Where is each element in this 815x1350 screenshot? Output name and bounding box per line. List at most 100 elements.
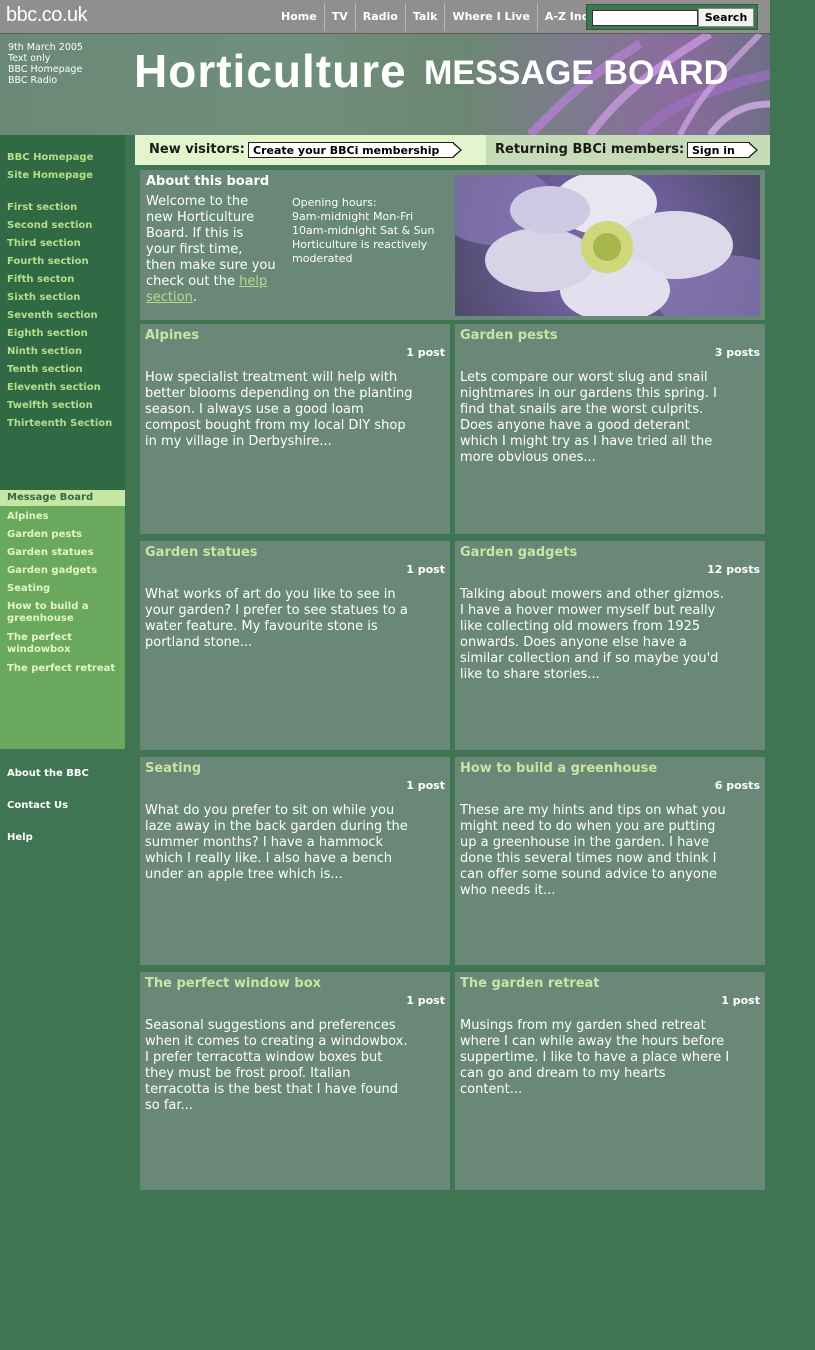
post-count: 12 posts [707, 563, 760, 576]
sidebar-section[interactable]: Sixth section [7, 292, 80, 304]
sidebar-site-homepage[interactable]: Site Homepage [7, 170, 93, 182]
card-description: Lets compare our worst slug and snail ni… [460, 370, 717, 465]
text-only-link[interactable]: Text only [8, 53, 83, 64]
post-count: 6 posts [714, 779, 760, 792]
nav-where-i-live[interactable]: Where I Live [444, 3, 536, 31]
footer-about-bbc[interactable]: About the BBC [7, 768, 89, 779]
hours-title: Opening hours: [292, 196, 377, 209]
sidebar-board-retreat[interactable]: The perfect retreat [7, 663, 117, 675]
board-card[interactable]: The perfect window box 1 post Seasonal s… [140, 972, 450, 1190]
create-membership-button[interactable]: Create your BBCi membership [248, 142, 463, 158]
card-title[interactable]: How to build a greenhouse [460, 761, 657, 776]
hours-weekday: 9am-midnight Mon-Fri [292, 210, 414, 223]
about-board: About this board Welcome to the new Hort… [140, 170, 765, 320]
sidebar-boards: Alpines Garden pests Garden statues Gard… [0, 490, 125, 749]
board-card[interactable]: Seating 1 post What do you prefer to sit… [140, 757, 450, 965]
sidebar-section[interactable]: Ninth section [7, 346, 82, 358]
footer-help[interactable]: Help [7, 832, 33, 843]
new-visitors-label: New visitors: [149, 142, 245, 157]
sidebar-board-alpines[interactable]: Alpines [7, 511, 117, 523]
hours-weekend: 10am-midnight Sat & Sun [292, 224, 435, 237]
returning-members-label: Returning BBCi members: [495, 142, 685, 157]
sidebar-section[interactable]: First section [7, 202, 77, 214]
post-count: 3 posts [714, 346, 760, 359]
board-card[interactable]: Garden gadgets 12 posts Talking about mo… [455, 541, 765, 750]
page-subtitle: MESSAGE BOARD [424, 54, 729, 92]
board-card[interactable]: Garden pests 3 posts Lets compare our wo… [455, 324, 765, 534]
card-title[interactable]: Garden pests [460, 328, 558, 343]
flower-photo [455, 175, 760, 316]
sidebar-sections: BBC Homepage Site Homepage First section… [0, 135, 125, 490]
card-title[interactable]: Garden statues [145, 545, 258, 560]
sidebar-section[interactable]: Seventh section [7, 310, 98, 322]
global-nav: Home TV Radio Talk Where I Live A-Z Inde… [274, 3, 611, 31]
sidebar-section[interactable]: Twelfth section [7, 400, 93, 412]
opening-hours: Opening hours: 9am-midnight Mon-Fri 10am… [292, 196, 452, 266]
card-description: Talking about mowers and other gizmos. I… [460, 587, 724, 682]
card-title[interactable]: The garden retreat [460, 976, 600, 991]
sidebar-section[interactable]: Fourth section [7, 256, 89, 268]
board-card[interactable]: The garden retreat 1 post Musings from m… [455, 972, 765, 1190]
post-count: 1 post [406, 994, 445, 1007]
about-text: Welcome to the new Horticulture Board. I… [146, 194, 276, 306]
sign-in-button[interactable]: Sign in [687, 142, 758, 158]
sidebar-section[interactable]: Eighth section [7, 328, 88, 340]
sidebar-section[interactable]: Second section [7, 220, 92, 232]
sidebar-board-seating[interactable]: Seating [7, 583, 117, 595]
card-title[interactable]: The perfect window box [145, 976, 321, 991]
banner-info: 9th March 2005 Text only BBC Homepage BB… [8, 42, 83, 86]
sidebar-section[interactable]: Third section [7, 238, 81, 250]
date: 9th March 2005 [8, 42, 83, 53]
sidebar-section[interactable]: Eleventh section [7, 382, 101, 394]
sidebar-board-garden-pests[interactable]: Garden pests [7, 529, 117, 541]
post-count: 1 post [406, 346, 445, 359]
sidebar-board-greenhouse[interactable]: How to build a greenhouse [7, 601, 97, 625]
card-title[interactable]: Alpines [145, 328, 199, 343]
flower-image [455, 175, 760, 316]
card-description: Musings from my garden shed retreat wher… [460, 1018, 730, 1097]
sidebar-message-board-label[interactable]: Message Board [0, 490, 125, 506]
post-count: 1 post [406, 779, 445, 792]
sidebar-section[interactable]: Tenth section [7, 364, 83, 376]
post-count: 1 post [721, 994, 760, 1007]
nav-radio[interactable]: Radio [354, 3, 405, 31]
about-title: About this board [146, 174, 270, 189]
card-title[interactable]: Seating [145, 761, 201, 776]
nav-talk[interactable]: Talk [404, 3, 445, 31]
sidebar-section[interactable]: Thirteenth Section [7, 418, 112, 430]
card-description: Seasonal suggestions and preferences whe… [145, 1018, 408, 1113]
nav-tv[interactable]: TV [323, 3, 355, 31]
bbc-logo[interactable]: bbc.co.uk [6, 4, 88, 27]
search-box: Search [586, 4, 758, 30]
top-bar: bbc.co.uk Home TV Radio Talk Where I Liv… [0, 0, 770, 34]
sidebar-board-garden-gadgets[interactable]: Garden gadgets [7, 565, 117, 577]
bbc-homepage-link[interactable]: BBC Homepage [8, 64, 83, 75]
sidebar-board-windowbox[interactable]: The perfect windowbox [7, 632, 87, 656]
page-title: Horticulture [134, 45, 407, 97]
sidebar-bbc-homepage[interactable]: BBC Homepage [7, 152, 93, 164]
returning-members-bar: Returning BBCi members: Sign in [486, 135, 770, 165]
banner: 9th March 2005 Text only BBC Homepage BB… [0, 34, 770, 135]
board-card[interactable]: How to build a greenhouse 6 posts These … [455, 757, 765, 965]
sign-in-label: Sign in [692, 144, 735, 157]
new-visitors-bar: New visitors: Create your BBCi membershi… [135, 135, 486, 165]
search-button[interactable]: Search [698, 8, 754, 27]
card-description: What do you prefer to sit on while you l… [145, 803, 408, 882]
card-description: What works of art do you like to see in … [145, 587, 408, 650]
post-count: 1 post [406, 563, 445, 576]
bbc-radio-link[interactable]: BBC Radio [8, 75, 83, 86]
card-description: How specialist treatment will help with … [145, 370, 413, 449]
board-card[interactable]: Alpines 1 post How specialist treatment … [140, 324, 450, 534]
footer-contact-us[interactable]: Contact Us [7, 800, 68, 811]
search-input[interactable] [592, 10, 698, 26]
sidebar-board-garden-statues[interactable]: Garden statues [7, 547, 117, 559]
create-membership-label: Create your BBCi membership [253, 144, 440, 157]
sidebar-section[interactable]: Fifth secton [7, 274, 74, 286]
arrow-right-icon [747, 142, 758, 158]
card-title[interactable]: Garden gadgets [460, 545, 577, 560]
board-card[interactable]: Garden statues 1 post What works of art … [140, 541, 450, 750]
arrow-right-icon [452, 142, 463, 158]
moderation-note: Horticulture is reactively moderated [292, 238, 428, 265]
nav-home[interactable]: Home [274, 3, 324, 31]
about-link-suffix: . [192, 290, 197, 305]
